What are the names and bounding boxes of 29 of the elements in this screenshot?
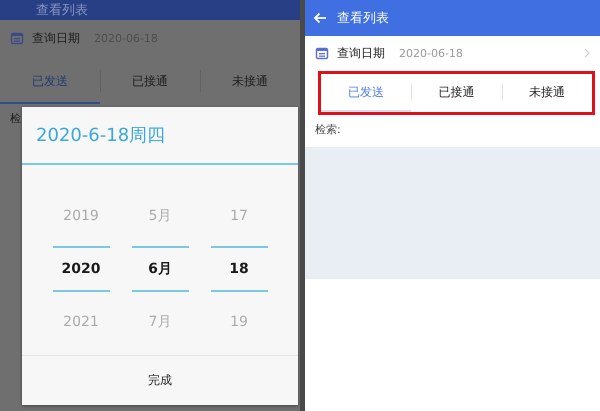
date-label: 查询日期: [32, 30, 80, 46]
tab[interactable]: 已接通: [100, 60, 200, 104]
date-row[interactable]: 查询日期 2020-06-18: [305, 36, 600, 70]
tab[interactable]: 已发送: [321, 74, 412, 112]
date-value: 2020-06-18: [399, 46, 463, 60]
picker-item[interactable]: 2021: [52, 300, 110, 345]
picker-item[interactable]: 17: [210, 193, 268, 238]
tab[interactable]: 已发送: [0, 60, 100, 104]
search-label: 检索:: [315, 122, 341, 136]
picker-item[interactable]: 7月: [132, 300, 188, 345]
calendar-icon: [315, 46, 329, 60]
chevron-right-icon: [584, 48, 590, 58]
screen-title: 查看列表: [337, 10, 389, 27]
tab[interactable]: 未接通: [502, 74, 592, 112]
picker-item[interactable]: 2020: [52, 246, 110, 292]
picker-item[interactable]: 2019: [52, 193, 110, 238]
picker-item[interactable]: 19: [210, 300, 268, 345]
date-label: 查询日期: [337, 44, 385, 62]
picker-item[interactable]: 6月: [132, 246, 188, 292]
back-icon[interactable]: [313, 12, 327, 24]
calendar-icon: [10, 31, 24, 45]
tab[interactable]: 已接通: [411, 74, 502, 112]
search-label: 检: [10, 110, 21, 126]
dialog-heading: 2020-6-18周四: [22, 107, 298, 165]
screen-title: 查看列表: [36, 2, 88, 19]
picker-item[interactable]: 18: [210, 246, 268, 292]
picker-item[interactable]: 5月: [132, 193, 188, 238]
done-button[interactable]: 完成: [22, 355, 298, 405]
tab[interactable]: 未接通: [200, 60, 300, 104]
